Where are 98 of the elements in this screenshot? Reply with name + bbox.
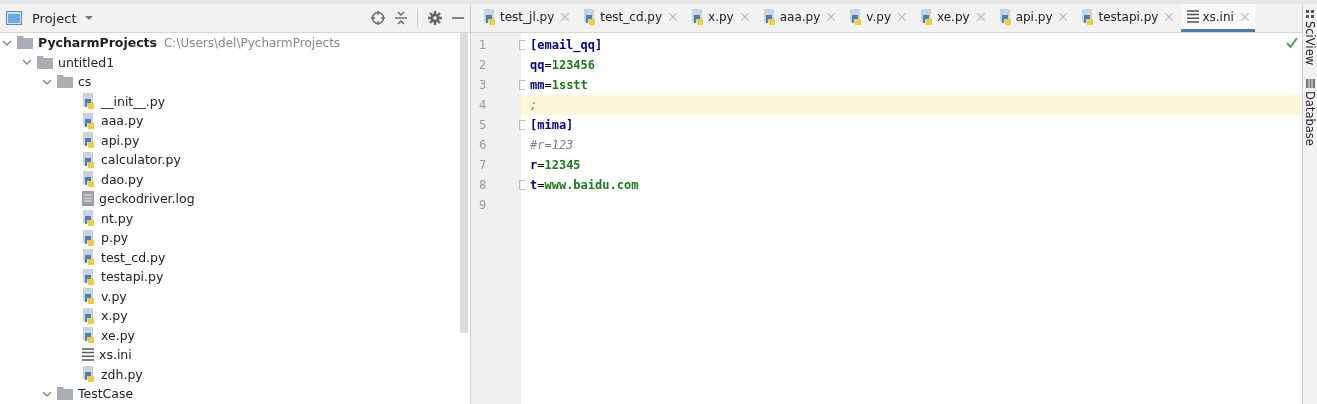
- python-file-icon: [762, 8, 777, 25]
- line-number: 3: [478, 78, 488, 92]
- python-file-icon: [82, 307, 96, 324]
- code-line: t=www.baidu.com: [530, 178, 639, 192]
- python-file-icon: [82, 249, 96, 266]
- code-line: #r=123: [530, 138, 574, 152]
- editor-tab[interactable]: xs.ini: [1181, 4, 1255, 32]
- line-number: 5: [478, 118, 488, 132]
- close-icon[interactable]: [1059, 12, 1068, 21]
- python-file-icon: [82, 288, 96, 305]
- tree-item[interactable]: xe.py: [101, 327, 135, 343]
- editor-tab[interactable]: testapi.py: [1075, 4, 1180, 32]
- python-file-icon: [82, 132, 96, 149]
- tree-item[interactable]: TestCase: [78, 386, 134, 402]
- folder-icon: [17, 36, 33, 50]
- close-icon[interactable]: [740, 12, 749, 21]
- line-number: 8: [478, 178, 488, 192]
- python-file-icon: [483, 8, 497, 25]
- window-icon: [6, 11, 22, 25]
- locate-icon[interactable]: [371, 11, 385, 25]
- line-number: 7: [478, 158, 488, 172]
- python-file-icon: [920, 8, 934, 25]
- code-line: [mima]: [530, 118, 574, 132]
- scrollbar[interactable]: [460, 33, 468, 333]
- folder-icon: [57, 75, 73, 89]
- python-file-icon: [583, 8, 598, 25]
- editor-tab[interactable]: test_jl.py: [477, 4, 576, 32]
- python-file-icon: [82, 366, 96, 383]
- folder-icon: [37, 55, 53, 69]
- fold-marker-icon[interactable]: [519, 80, 525, 90]
- tree-item[interactable]: aaa.py: [101, 113, 144, 129]
- tree-item[interactable]: v.py: [101, 288, 127, 304]
- tool-window-button[interactable]: SciView: [1303, 10, 1317, 66]
- tree-item[interactable]: api.py: [101, 132, 140, 148]
- collapse-icon[interactable]: [395, 11, 407, 25]
- python-file-icon: [82, 112, 96, 129]
- python-file-icon: [998, 8, 1013, 25]
- settings-icon[interactable]: [428, 11, 442, 25]
- grid-icon: [1306, 10, 1314, 18]
- close-icon[interactable]: [669, 12, 678, 21]
- editor-tab[interactable]: x.py: [685, 4, 755, 32]
- tree-item[interactable]: zdh.py: [101, 366, 143, 382]
- tree-item[interactable]: testapi.py: [101, 269, 164, 285]
- code-line: ;: [530, 98, 538, 112]
- close-icon[interactable]: [898, 12, 906, 21]
- tree-item[interactable]: test_cd.py: [101, 249, 166, 265]
- close-icon[interactable]: [976, 12, 985, 21]
- fold-marker-icon[interactable]: [519, 120, 525, 130]
- line-number: 2: [478, 58, 488, 72]
- editor-tab[interactable]: test_cd.py: [577, 4, 684, 32]
- fold-marker-icon[interactable]: [519, 180, 525, 190]
- check-icon: [1286, 37, 1298, 49]
- editor-tab[interactable]: xe.py: [914, 4, 991, 32]
- python-file-icon: [82, 327, 96, 344]
- line-number: 9: [478, 198, 488, 212]
- line-number: 6: [478, 138, 488, 152]
- tree-item[interactable]: x.py: [101, 308, 128, 324]
- line-number: 4: [478, 98, 488, 112]
- settings-file-icon: [1187, 10, 1200, 23]
- code-line: r=12345: [530, 158, 581, 172]
- python-file-icon: [82, 229, 96, 246]
- editor-tab[interactable]: v.py: [843, 4, 912, 32]
- text-file-icon: [82, 191, 94, 207]
- tool-window-button[interactable]: Database: [1303, 79, 1317, 146]
- close-icon[interactable]: [1165, 12, 1174, 21]
- editor-tab[interactable]: aaa.py: [756, 4, 842, 32]
- editor-tab[interactable]: api.py: [992, 4, 1074, 32]
- tree-item[interactable]: xs.ini: [99, 347, 132, 363]
- python-file-icon: [82, 151, 96, 168]
- code-line: qq=123456: [530, 58, 596, 72]
- python-file-icon: [82, 210, 96, 227]
- tree-item[interactable]: dao.py: [101, 171, 144, 187]
- close-icon[interactable]: [561, 12, 570, 21]
- project-view-dropdown[interactable]: Project: [32, 10, 95, 26]
- close-icon[interactable]: [827, 12, 836, 21]
- python-file-icon: [691, 8, 706, 25]
- code-line: [email_qq]: [530, 38, 603, 52]
- close-icon[interactable]: [1240, 12, 1249, 21]
- line-number: 1: [478, 38, 488, 52]
- project-path: C:\Users\del\PycharmProjects: [164, 35, 341, 50]
- tree-item[interactable]: untitled1: [58, 54, 115, 70]
- python-file-icon: [849, 8, 864, 25]
- python-file-icon: [82, 171, 96, 188]
- tree-item[interactable]: p.py: [101, 230, 129, 246]
- python-file-icon: [82, 268, 96, 285]
- folder-icon: [57, 387, 73, 401]
- settings-file-icon: [82, 348, 94, 362]
- tree-item[interactable]: geckodriver.log: [99, 191, 195, 207]
- tree-item[interactable]: __init__.py: [101, 93, 166, 109]
- code-line: mm=1sstt: [530, 78, 588, 92]
- tree-item[interactable]: calculator.py: [101, 152, 181, 168]
- caret-icon: [84, 15, 95, 21]
- tree-item[interactable]: cs: [78, 74, 92, 90]
- fold-marker-icon[interactable]: [519, 40, 525, 50]
- tree-item[interactable]: nt.py: [101, 210, 134, 226]
- python-file-icon: [82, 93, 96, 110]
- python-file-icon: [1081, 8, 1096, 25]
- tree-item[interactable]: PycharmProjects: [38, 35, 157, 51]
